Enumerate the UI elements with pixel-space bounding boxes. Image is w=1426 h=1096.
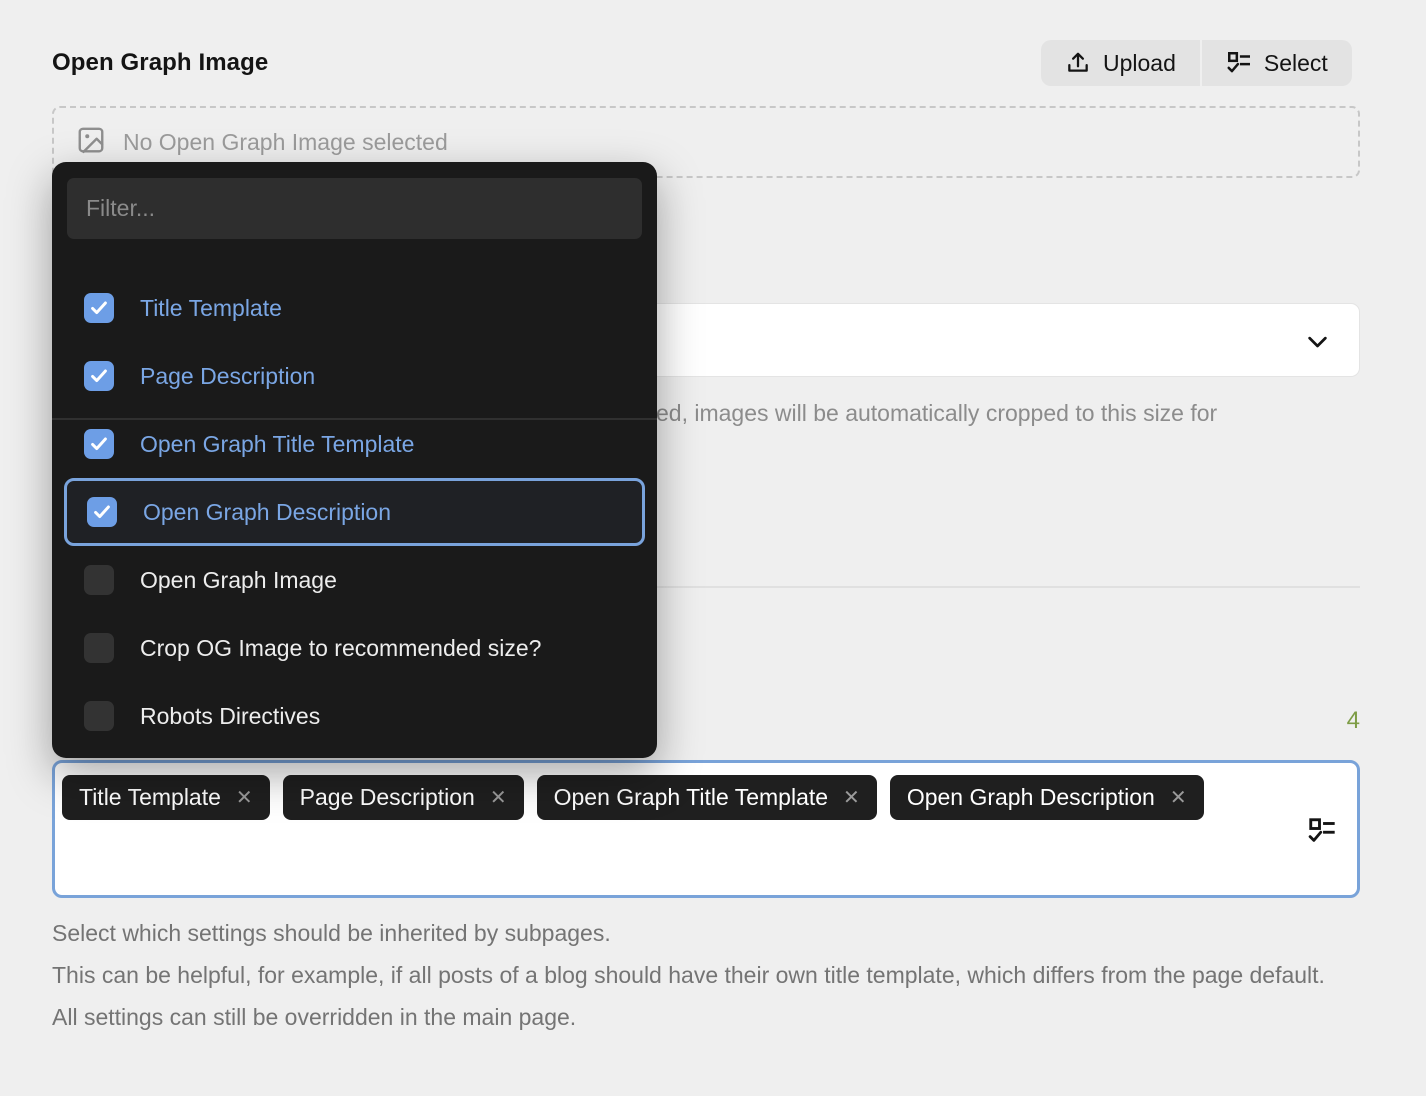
remove-tag-icon[interactable]: ✕: [843, 788, 860, 808]
tag-label: Open Graph Title Template: [554, 784, 828, 811]
dropdown-option-label: Open Graph Title Template: [140, 431, 414, 458]
dropdown-option[interactable]: Open Graph Description: [64, 478, 645, 546]
dropdown-option-label: Robots Directives: [140, 703, 320, 730]
tag-chip: Title Template ✕: [62, 775, 270, 820]
dropdown-option[interactable]: Open Graph Image: [52, 546, 657, 614]
remove-tag-icon[interactable]: ✕: [236, 788, 253, 808]
tag-chip: Open Graph Title Template ✕: [537, 775, 877, 820]
asset-placeholder-text: No Open Graph Image selected: [123, 129, 448, 156]
field-title: Open Graph Image: [52, 49, 268, 77]
dropdown-option[interactable]: Open Graph Title Template: [52, 410, 657, 478]
tag-label: Open Graph Description: [907, 784, 1155, 811]
select-checklist-icon: [1226, 50, 1252, 76]
dropdown-option-label: Page Description: [140, 363, 315, 390]
dropdown-option[interactable]: Crop OG Image to recommended size?: [52, 614, 657, 682]
image-icon: [76, 125, 106, 160]
dropdown-options: Title Template Page Description Open Gra…: [52, 274, 657, 750]
checkbox-icon[interactable]: [84, 701, 114, 731]
tag-chip: Page Description ✕: [283, 775, 524, 820]
checkbox-icon[interactable]: [84, 565, 114, 595]
tag-label: Title Template: [79, 784, 221, 811]
remove-tag-icon[interactable]: ✕: [490, 788, 507, 808]
help-line-2: This can be helpful, for example, if all…: [52, 954, 1352, 1038]
remove-tag-icon[interactable]: ✕: [1170, 788, 1187, 808]
help-line-1: Select which settings should be inherite…: [52, 912, 1352, 954]
checkbox-icon[interactable]: [84, 429, 114, 459]
selected-count-badge: 4: [1347, 707, 1360, 735]
upload-button-label: Upload: [1103, 50, 1176, 77]
dropdown-option-label: Open Graph Description: [143, 499, 391, 526]
select-button-label: Select: [1264, 50, 1328, 77]
dropdown-option-label: Open Graph Image: [140, 567, 337, 594]
dropdown-option[interactable]: Robots Directives: [52, 682, 657, 750]
chevron-down-icon: [1304, 328, 1331, 360]
dropdown-option[interactable]: Page Description: [52, 342, 657, 410]
filter-input[interactable]: [67, 178, 642, 239]
asset-actions-button-group: Upload Select: [1041, 40, 1352, 86]
tag-label: Page Description: [300, 784, 475, 811]
checkbox-icon[interactable]: [84, 293, 114, 323]
open-picker-checklist-icon[interactable]: [1307, 816, 1337, 851]
settings-filter-dropdown: Title Template Page Description Open Gra…: [52, 162, 657, 758]
open-graph-image-settings-panel: Open Graph Image Upload Sele: [0, 0, 1426, 1096]
checkbox-icon[interactable]: [84, 361, 114, 391]
upload-button[interactable]: Upload: [1041, 40, 1200, 86]
dropdown-option-label: Title Template: [140, 295, 282, 322]
checkbox-icon[interactable]: [87, 497, 117, 527]
field-help-text: Select which settings should be inherite…: [52, 912, 1352, 1038]
upload-icon: [1065, 50, 1091, 76]
dropdown-option-label: Crop OG Image to recommended size?: [140, 635, 541, 662]
size-select-helper-text: ed, images will be automatically cropped…: [656, 400, 1217, 427]
inherit-settings-tags-field[interactable]: Title Template ✕ Page Description ✕ Open…: [52, 760, 1360, 898]
checkbox-icon[interactable]: [84, 633, 114, 663]
select-button[interactable]: Select: [1202, 40, 1352, 86]
tag-chip: Open Graph Description ✕: [890, 775, 1204, 820]
dropdown-option[interactable]: Title Template: [52, 274, 657, 342]
